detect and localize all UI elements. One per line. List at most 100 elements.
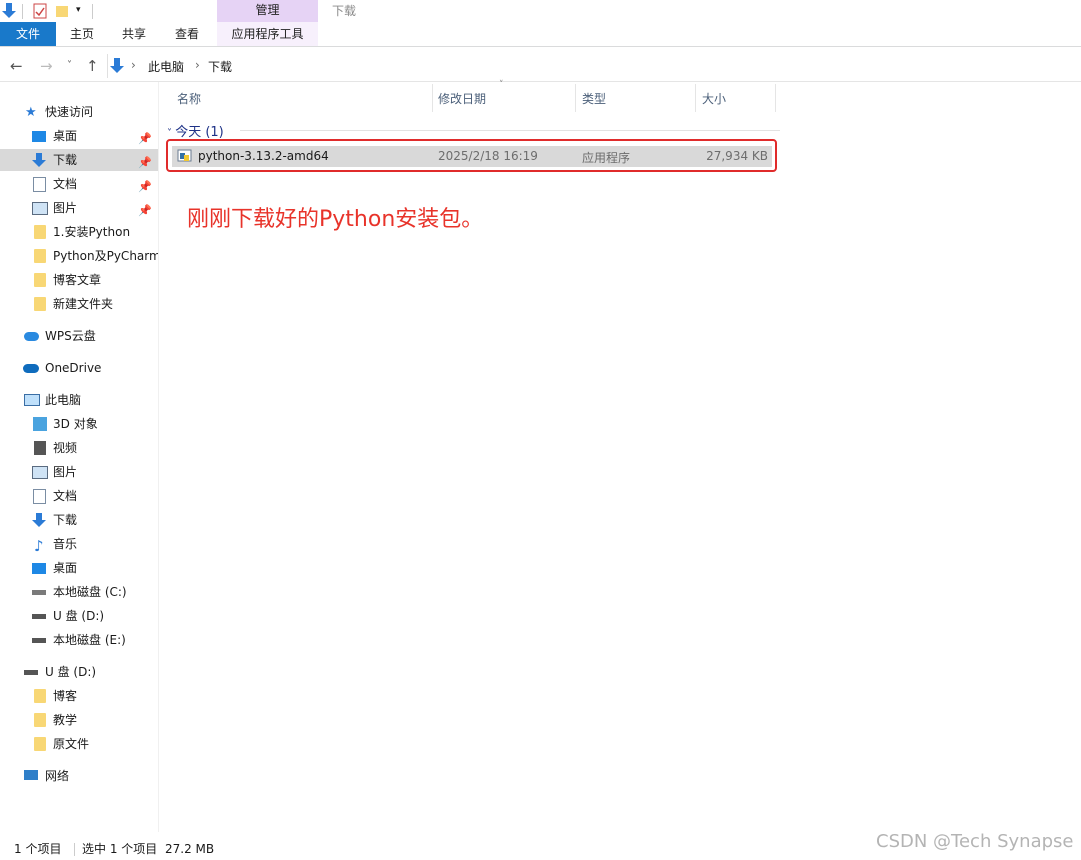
nav-item-folder[interactable]: 新建文件夹 <box>0 293 158 315</box>
nav-item-folder[interactable]: 原文件 <box>0 733 158 755</box>
column-divider[interactable] <box>775 84 776 112</box>
recent-locations-chevron-icon[interactable]: ˅ <box>67 60 72 71</box>
nav-label: 图片 <box>53 201 78 215</box>
pin-icon: 📌 <box>138 132 152 145</box>
nav-label: U 盘 (D:) <box>53 609 105 623</box>
status-selected-count: 选中 1 个项目 <box>82 842 158 856</box>
downloads-location-icon <box>110 58 124 77</box>
column-header-type[interactable]: 类型 <box>582 90 606 108</box>
folder-icon <box>34 249 46 263</box>
breadcrumb-downloads[interactable]: 下载 <box>208 58 232 75</box>
column-divider[interactable] <box>432 84 433 112</box>
nav-item-desktop-pc[interactable]: 桌面 <box>0 557 158 579</box>
nav-label: WPS云盘 <box>45 329 96 343</box>
nav-item-folder[interactable]: 博客文章 <box>0 269 158 291</box>
nav-item-videos[interactable]: 视频 <box>0 437 158 459</box>
usb-drive-icon <box>24 670 38 675</box>
video-icon <box>34 441 46 455</box>
highlight-box <box>166 139 777 172</box>
group-header-today[interactable]: ˅ 今天 (1) <box>167 121 224 140</box>
folder-icon <box>34 737 46 751</box>
breadcrumb-separator-icon: › <box>195 58 200 72</box>
nav-onedrive[interactable]: OneDrive <box>0 357 158 379</box>
download-arrow-icon[interactable] <box>2 3 16 22</box>
desktop-icon <box>32 563 46 574</box>
status-item-count: 1 个项目 <box>14 842 62 856</box>
folder-icon <box>34 297 46 311</box>
nav-item-downloads[interactable]: 下载 📌 <box>0 149 158 171</box>
breadcrumb-separator-icon: › <box>131 58 136 72</box>
status-divider <box>74 843 75 856</box>
nav-label: 文档 <box>53 177 78 191</box>
new-folder-icon[interactable] <box>55 3 69 22</box>
nav-label: 此电脑 <box>45 393 82 407</box>
nav-label: 新建文件夹 <box>53 297 114 311</box>
nav-item-folder[interactable]: 教学 <box>0 709 158 731</box>
toolbar-divider <box>22 4 23 19</box>
nav-item-drive-d[interactable]: U 盘 (D:) <box>0 605 158 627</box>
nav-label: 桌面 <box>53 561 78 575</box>
download-arrow-icon <box>32 513 46 527</box>
column-header-size[interactable]: 大小 <box>702 90 726 108</box>
drive-icon <box>32 638 46 643</box>
ribbon-tabs: 文件 主页 共享 查看 应用程序工具 <box>0 22 1081 47</box>
nav-item-pictures-pc[interactable]: 图片 <box>0 461 158 483</box>
nav-label: 本地磁盘 (E:) <box>53 633 126 647</box>
back-arrow-icon[interactable]: ← <box>10 57 23 75</box>
nav-item-downloads-pc[interactable]: 下载 <box>0 509 158 531</box>
group-label: 今天 (1) <box>175 125 224 140</box>
nav-network[interactable]: 网络 <box>0 765 158 787</box>
column-header-name[interactable]: 名称 <box>177 90 201 108</box>
properties-icon[interactable] <box>33 3 47 22</box>
pin-icon: 📌 <box>138 180 152 193</box>
nav-label: OneDrive <box>45 361 102 375</box>
address-bar: ← → ˅ ↑ › 此电脑 › 下载 <box>0 51 1081 82</box>
nav-item-music[interactable]: ♪ 音乐 <box>0 533 158 555</box>
column-divider[interactable] <box>575 84 576 112</box>
document-icon <box>33 177 46 192</box>
column-header-date[interactable]: 修改日期 <box>438 90 486 108</box>
folder-icon <box>34 713 46 727</box>
nav-item-drive-e[interactable]: 本地磁盘 (E:) <box>0 629 158 651</box>
up-arrow-icon[interactable]: ↑ <box>86 57 99 75</box>
forward-arrow-icon[interactable]: → <box>40 57 53 75</box>
nav-label: 博客 <box>53 689 78 703</box>
toolbar-divider <box>92 4 93 19</box>
nav-item-documents-pc[interactable]: 文档 <box>0 485 158 507</box>
nav-label: 本地磁盘 (C:) <box>53 585 127 599</box>
music-note-icon: ♪ <box>34 537 44 555</box>
folder-icon <box>34 225 46 239</box>
nav-label: 文档 <box>53 489 78 503</box>
nav-item-folder[interactable]: 博客 <box>0 685 158 707</box>
network-icon <box>24 770 38 780</box>
manage-context-tab[interactable]: 管理 <box>217 0 318 22</box>
nav-item-pictures[interactable]: 图片 📌 <box>0 197 158 219</box>
nav-this-pc[interactable]: 此电脑 <box>0 389 158 411</box>
tab-view[interactable]: 查看 <box>161 22 213 46</box>
tab-share[interactable]: 共享 <box>108 22 160 46</box>
nav-item-drive-c[interactable]: 本地磁盘 (C:) <box>0 581 158 603</box>
nav-quick-access[interactable]: ★ 快速访问 <box>0 101 158 123</box>
address-field[interactable] <box>107 54 1081 78</box>
breadcrumb-this-pc[interactable]: 此电脑 <box>148 58 184 75</box>
column-divider[interactable] <box>695 84 696 112</box>
tab-file[interactable]: 文件 <box>0 22 56 46</box>
customize-dropdown-icon[interactable]: ▾ <box>76 5 81 15</box>
nav-label: 博客文章 <box>53 273 102 287</box>
nav-item-desktop[interactable]: 桌面 📌 <box>0 125 158 147</box>
tab-home[interactable]: 主页 <box>56 22 108 46</box>
nav-wps-cloud[interactable]: WPS云盘 <box>0 325 158 347</box>
nav-item-documents[interactable]: 文档 📌 <box>0 173 158 195</box>
nav-item-folder[interactable]: 1.安装Python <box>0 221 158 243</box>
nav-item-folder[interactable]: Python及PyCharm <box>0 245 158 267</box>
star-icon: ★ <box>25 105 37 120</box>
watermark: CSDN @Tech Synapse <box>876 831 1074 852</box>
nav-usb-drive[interactable]: U 盘 (D:) <box>0 661 158 683</box>
folder-icon <box>34 689 46 703</box>
nav-label: 原文件 <box>53 737 90 751</box>
annotation-text: 刚刚下载好的Python安装包。 <box>187 207 484 232</box>
pin-icon: 📌 <box>138 204 152 217</box>
tab-application-tools[interactable]: 应用程序工具 <box>217 22 318 46</box>
nav-item-3d-objects[interactable]: 3D 对象 <box>0 413 158 435</box>
cloud-icon <box>24 332 39 341</box>
